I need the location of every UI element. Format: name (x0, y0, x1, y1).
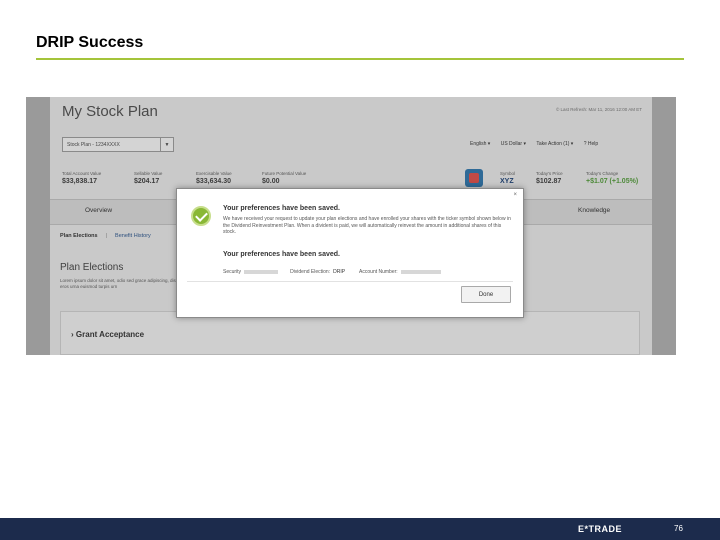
plan-select-value: Stock Plan - 1234XXXX (67, 142, 120, 148)
metric-label: Total Account Value (62, 171, 102, 176)
last-updated: © Last Refresh: Mar 11, 2016 12:00 AM ET (555, 107, 642, 112)
stock-change: Today's Change +$1.07 (+1.05%) (586, 171, 638, 185)
stock-price: Today's Price $102.87 (536, 171, 563, 185)
metric-label: Exercisable Value (196, 171, 232, 176)
subnav-plan-elections[interactable]: Plan Elections (60, 233, 98, 239)
grant-acceptance-label: › Grant Acceptance (71, 330, 144, 339)
dividend-election-value: DRIP (333, 269, 346, 275)
security-label: Security (223, 269, 242, 275)
page-number: 76 (674, 524, 683, 533)
change-label: Today's Change (586, 171, 619, 176)
change-value: +$1.07 (+1.05%) (586, 178, 639, 185)
metric-total-account: Total Account Value $33,838.17 (62, 171, 101, 185)
dialog-divider (187, 281, 513, 282)
subnav-benefit-history[interactable]: Benefit History (115, 233, 151, 239)
footer-bar: E*TRADE 76 (0, 518, 720, 540)
top-menu: English ▾ US Dollar ▾ Take Action (1) ▾ … (470, 141, 607, 147)
dividend-election-label: Dividend Election: (290, 269, 331, 275)
chevron-down-icon: ▼ (160, 138, 173, 151)
account-number-label: Account Number: (359, 269, 398, 275)
dialog-fields: Security Dividend Election: DRIP Account Nu… (223, 269, 453, 275)
metric-value: $204.17 (134, 178, 160, 185)
plan-select[interactable]: Stock Plan - 1234XXXX ▼ (62, 137, 174, 152)
dialog-subheading: Your preferences have been saved. (223, 251, 340, 258)
section-title: Plan Elections (60, 262, 124, 273)
title-rule (36, 58, 684, 60)
take-action-menu[interactable]: Take Action (1) ▾ (536, 141, 573, 147)
subnav: Plan Elections | Benefit History (60, 233, 151, 239)
app-title: My Stock Plan (62, 103, 158, 120)
close-icon[interactable]: × (513, 192, 517, 198)
metric-future-potential: Future Potential Value $0.00 (262, 171, 306, 185)
dialog-heading: Your preferences have been saved. (223, 205, 340, 212)
subnav-separator: | (105, 233, 108, 239)
slide-title: DRIP Success (36, 34, 144, 51)
preferences-saved-dialog: × Your preferences have been saved. We h… (176, 188, 524, 318)
help-link[interactable]: ? Help (584, 141, 598, 147)
price-label: Today's Price (536, 171, 563, 176)
chevron-right-icon: › (71, 330, 74, 339)
grant-acceptance-text: Grant Acceptance (75, 330, 145, 339)
language-menu[interactable]: English ▾ (470, 141, 490, 147)
currency-menu[interactable]: US Dollar ▾ (501, 141, 526, 147)
metric-label: Sellable Value (134, 171, 163, 176)
tab-overview[interactable]: Overview (85, 207, 112, 214)
symbol-label: Symbol (500, 171, 516, 176)
stock-logo-icon (465, 169, 483, 187)
dialog-body: We have received your request to update … (223, 216, 511, 235)
metric-value: $33,634.30 (196, 178, 232, 185)
done-button[interactable]: Done (461, 286, 511, 303)
security-value-redacted (244, 269, 279, 274)
metric-value: $0.00 (262, 178, 280, 185)
price-value: $102.87 (536, 178, 562, 185)
stock-symbol: Symbol XYZ (500, 171, 515, 185)
section-description: Lorem ipsum dolor sit amet, odio sed gra… (60, 278, 176, 289)
symbol-value: XYZ (500, 178, 514, 185)
metric-value: $33,838.17 (62, 178, 98, 185)
etrade-logo: E*TRADE (578, 524, 623, 534)
metric-label: Future Potential Value (262, 171, 307, 176)
metric-sellable: Sellable Value $204.17 (134, 171, 162, 185)
checkmark-icon (191, 206, 211, 226)
metric-exercisable: Exercisable Value $33,634.30 (196, 171, 232, 185)
account-number-redacted (400, 269, 441, 274)
tab-knowledge[interactable]: Knowledge (578, 207, 610, 214)
